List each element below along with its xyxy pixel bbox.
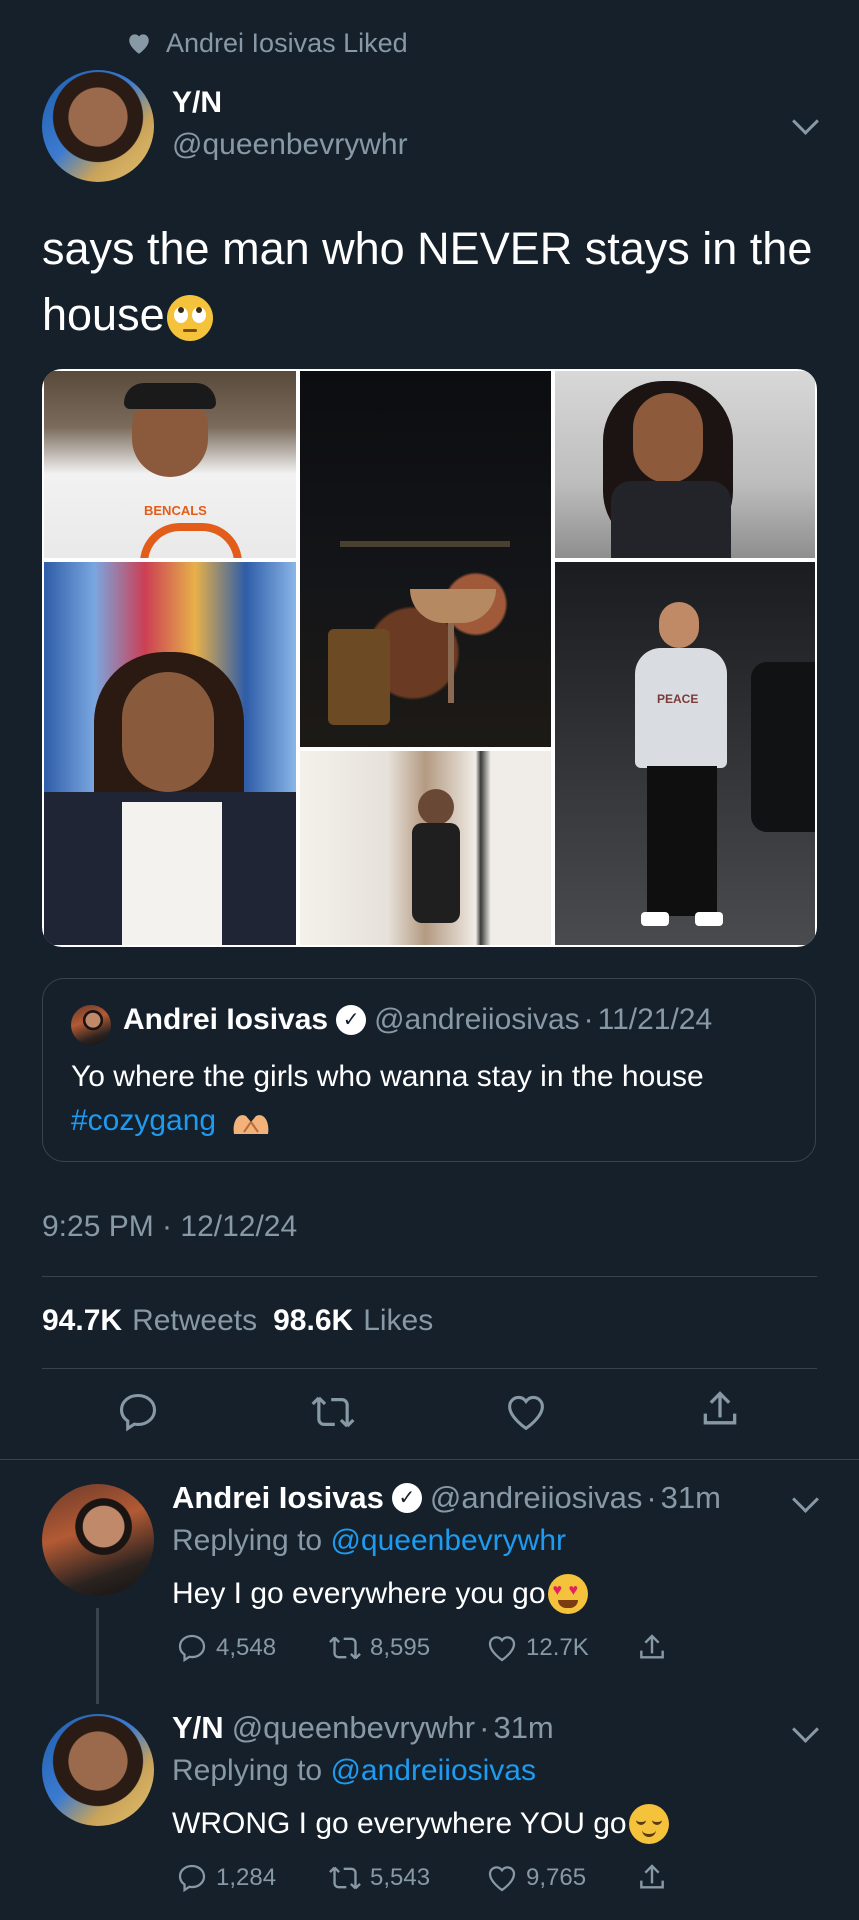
reply-display-name[interactable]: Y/N [172, 1710, 224, 1746]
man-in-sweater-photo[interactable]: PEACE [555, 562, 815, 945]
like-icon[interactable] [486, 1863, 518, 1893]
parking-garage-selfie-photo[interactable] [555, 371, 815, 558]
quoted-text-body: Yo where the girls who wanna stay in the… [71, 1060, 704, 1093]
store-aisle-selfie-photo[interactable] [44, 562, 296, 945]
chevron-down-icon[interactable] [792, 1486, 819, 1513]
author-display-name[interactable]: Y/N [172, 86, 222, 120]
share-icon[interactable] [636, 1632, 668, 1664]
liked-context: Andrei Iosivas Liked [126, 26, 408, 60]
like-count-value: 12.7K [526, 1634, 589, 1661]
reply-header: Andrei Iosivas ✓ @andreiiosivas · 31m [172, 1480, 721, 1516]
replying-to-prefix: Replying to [172, 1524, 323, 1557]
sweater-text: PEACE [657, 692, 699, 706]
reply-avatar[interactable] [42, 1714, 154, 1826]
reply-text-body: WRONG I go everywhere YOU go [172, 1807, 627, 1840]
likes-count[interactable]: 98.6K [273, 1304, 353, 1338]
hashtag-link[interactable]: #cozygang [71, 1104, 216, 1137]
cocktail-night-photo[interactable] [300, 371, 551, 747]
tweet-stats: 94.7K Retweets 98.6K Likes [42, 1304, 433, 1338]
reply-handle[interactable]: @queenbevrywhr [232, 1710, 475, 1746]
avatar[interactable] [42, 70, 154, 182]
retweet-count-value: 5,543 [370, 1864, 431, 1891]
quoted-display-name: Andrei Iosivas [123, 1003, 329, 1036]
replying-to-handle[interactable]: @andreiiosivas [330, 1754, 536, 1787]
retweet-icon[interactable] [328, 1863, 362, 1893]
reply-actions: 4,548 8,595 12.7K [176, 1632, 668, 1664]
tweet-text: says the man who NEVER stays in the hous… [42, 216, 822, 348]
divider [42, 1368, 817, 1369]
thread-line [96, 1608, 99, 1704]
retweet-count-value: 8,595 [370, 1634, 431, 1661]
reply-time: 31m [493, 1710, 554, 1745]
quoted-header: Andrei Iosivas ✓ @andreiiosivas · 11/21/24 [123, 1003, 712, 1037]
rolling-eyes-emoji-icon [166, 295, 213, 342]
like-icon[interactable] [504, 1392, 548, 1432]
reply-separator: · [646, 1480, 657, 1515]
retweet-count[interactable]: 8,595 [328, 1632, 486, 1664]
like-icon[interactable] [486, 1633, 518, 1663]
heart-hands-emoji-icon [230, 1107, 272, 1137]
chevron-down-icon[interactable] [792, 108, 819, 135]
reply-separator: · [479, 1710, 490, 1745]
reply-actions: 1,284 5,543 9,765 [176, 1862, 668, 1894]
likes-label[interactable]: Likes [363, 1304, 433, 1338]
reply-handle[interactable]: @andreiiosivas [430, 1480, 642, 1516]
retweets-label[interactable]: Retweets [132, 1304, 257, 1338]
retweet-icon[interactable] [328, 1633, 362, 1663]
quoted-separator: · [583, 1003, 594, 1036]
chevron-down-icon[interactable] [792, 1716, 819, 1743]
reply-avatar[interactable] [42, 1484, 154, 1596]
quoted-handle: @andreiiosivas [374, 1003, 580, 1036]
share-icon[interactable] [698, 1388, 742, 1432]
retweet-icon[interactable] [310, 1392, 356, 1432]
tweet-timestamp: 9:25 PM · 12/12/24 [42, 1210, 298, 1243]
reply-count[interactable]: 1,284 [176, 1862, 328, 1894]
mirror-selfie-photo[interactable] [300, 751, 551, 945]
share[interactable] [636, 1632, 668, 1664]
replying-to-prefix: Replying to [172, 1754, 323, 1787]
like-count-value: 9,765 [526, 1864, 587, 1891]
heart-icon [129, 34, 149, 54]
replying-to-handle[interactable]: @queenbevrywhr [330, 1524, 566, 1557]
reply-icon[interactable] [176, 1632, 208, 1664]
tweet-text-body: says the man who NEVER stays in the hous… [42, 223, 813, 340]
author-handle[interactable]: @queenbevrywhr [172, 128, 408, 162]
reply-count-value: 4,548 [216, 1634, 277, 1661]
quoted-avatar [71, 1005, 111, 1045]
quoted-date: 11/21/24 [597, 1003, 713, 1036]
verified-badge-icon: ✓ [391, 1483, 422, 1513]
reply-header: Y/N @queenbevrywhr · 31m [172, 1710, 554, 1746]
replying-to: Replying to @andreiiosivas [172, 1754, 536, 1788]
reply-time: 31m [660, 1480, 721, 1515]
divider [42, 1276, 817, 1277]
heart-eyes-emoji-icon: ♥ ♥ [547, 1574, 588, 1614]
verified-badge-icon: ✓ [336, 1005, 367, 1035]
reply-count[interactable]: 4,548 [176, 1632, 328, 1664]
reply-text: WRONG I go everywhere YOU go [172, 1804, 669, 1844]
like-count[interactable]: 9,765 [486, 1862, 636, 1894]
share-icon[interactable] [636, 1862, 668, 1894]
relieved-face-emoji-icon [628, 1804, 669, 1844]
share[interactable] [636, 1862, 668, 1894]
divider [0, 1459, 859, 1460]
retweet-count[interactable]: 5,543 [328, 1862, 486, 1894]
reply-icon[interactable] [176, 1862, 208, 1894]
reply-count-value: 1,284 [216, 1864, 277, 1891]
jersey-text: BENCALS [144, 503, 207, 518]
quoted-text: Yo where the girls who wanna stay in the… [71, 1055, 791, 1143]
replying-to: Replying to @queenbevrywhr [172, 1524, 566, 1558]
reply-icon[interactable] [116, 1390, 160, 1434]
reply-display-name[interactable]: Andrei Iosivas [172, 1480, 384, 1516]
photo-grid: BENCALS PEACE [42, 369, 817, 947]
reply-text-body: Hey I go everywhere you go [172, 1577, 546, 1610]
football-player-photo[interactable]: BENCALS [44, 371, 296, 558]
retweets-count[interactable]: 94.7K [42, 1304, 122, 1338]
quoted-tweet[interactable]: Andrei Iosivas ✓ @andreiiosivas · 11/21/24… [42, 978, 816, 1162]
liked-context-text: Andrei Iosivas Liked [166, 27, 408, 58]
reply-text: Hey I go everywhere you go ♥ ♥ [172, 1574, 588, 1614]
like-count[interactable]: 12.7K [486, 1632, 636, 1664]
